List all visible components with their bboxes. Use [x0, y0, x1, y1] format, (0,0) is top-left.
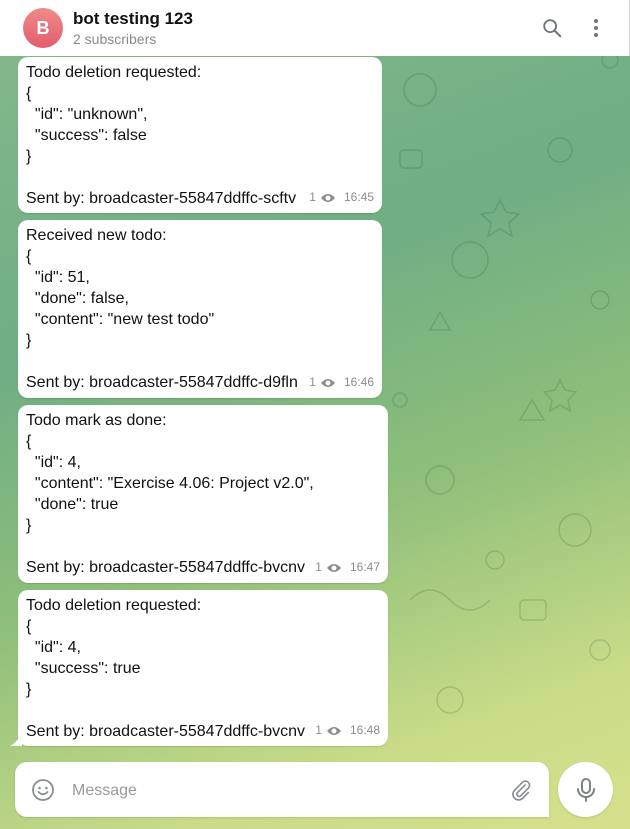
message-text-line: "done": false,	[26, 290, 129, 307]
message-text-line: Todo deletion requested:	[26, 64, 202, 81]
message-text-line: {	[26, 85, 32, 102]
message-meta: 1 16:48	[315, 720, 380, 741]
view-count: 1	[309, 375, 316, 389]
message-text-line: {	[26, 248, 32, 265]
message-text-line: }	[26, 148, 32, 165]
message-meta: 1 16:45	[309, 187, 374, 208]
message-list[interactable]: Todo deletion requested: { "id": "unknown…	[0, 56, 630, 756]
message-text-line: "id": 4,	[26, 454, 81, 471]
message-meta: 1 16:46	[309, 372, 374, 393]
message-text-line: "content": "new test todo"	[26, 311, 215, 328]
view-count: 1	[315, 560, 322, 574]
message-text-line: }	[26, 681, 32, 698]
message-text-line: }	[26, 517, 32, 534]
message-text-line: "content": "Exercise 4.06: Project v2.0"…	[26, 475, 314, 492]
eye-icon	[326, 563, 341, 572]
message-text-line: "id": "unknown",	[26, 106, 148, 123]
eye-icon	[320, 378, 335, 387]
message-time: 16:47	[349, 560, 380, 574]
message-time: 16:46	[343, 375, 374, 389]
message-meta: 1 16:47	[315, 557, 380, 578]
message-composer	[15, 762, 549, 817]
voice-record-button[interactable]	[558, 762, 613, 817]
message-text-line: {	[26, 433, 32, 450]
view-count: 1	[315, 723, 322, 737]
avatar[interactable]: B	[23, 8, 63, 48]
message-bubble[interactable]: Todo deletion requested: { "id": "unknown…	[18, 57, 382, 213]
bubble-tail	[10, 732, 22, 746]
chat-title: bot testing 123	[73, 8, 193, 28]
chat-header: B bot testing 123 2 subscribers	[0, 0, 630, 56]
message-bubble[interactable]: Todo deletion requested: { "id": 4, "succ…	[10, 590, 388, 746]
eye-icon	[326, 726, 341, 735]
view-count: 1	[309, 190, 316, 204]
search-icon	[543, 19, 562, 38]
message-time: 16:48	[349, 723, 380, 737]
message-input[interactable]	[70, 779, 494, 803]
message-text-line: Todo mark as done:	[26, 412, 167, 429]
message-text-line: "id": 51,	[26, 269, 90, 286]
message-text-line: "done": true	[26, 496, 119, 513]
emoji-button[interactable]	[31, 778, 55, 802]
message-bubble[interactable]: Todo mark as done: { "id": 4, "content": …	[18, 405, 388, 583]
microphone-icon	[576, 777, 595, 802]
subscriber-count: 2 subscribers	[73, 30, 157, 47]
more-vertical-icon	[594, 19, 598, 37]
message-text-line: {	[26, 618, 32, 635]
eye-icon	[320, 193, 335, 202]
attach-button[interactable]	[509, 778, 533, 802]
chat-title-block[interactable]: bot testing 123 2 subscribers	[73, 9, 193, 48]
smile-icon	[32, 779, 54, 801]
more-options-button[interactable]	[582, 14, 610, 42]
message-text-line: "success": true	[26, 660, 141, 677]
message-time: 16:45	[343, 190, 374, 204]
message-text-line: Todo deletion requested:	[26, 597, 202, 614]
message-text-line: "id": 4,	[26, 639, 81, 656]
message-text-line: "success": false	[26, 127, 147, 144]
message-bubble[interactable]: Received new todo: { "id": 51, "done": fa…	[18, 220, 382, 398]
paperclip-icon	[512, 780, 531, 801]
message-text-line: Received new todo:	[26, 227, 167, 244]
message-text-line: }	[26, 332, 32, 349]
search-button[interactable]	[538, 14, 566, 42]
